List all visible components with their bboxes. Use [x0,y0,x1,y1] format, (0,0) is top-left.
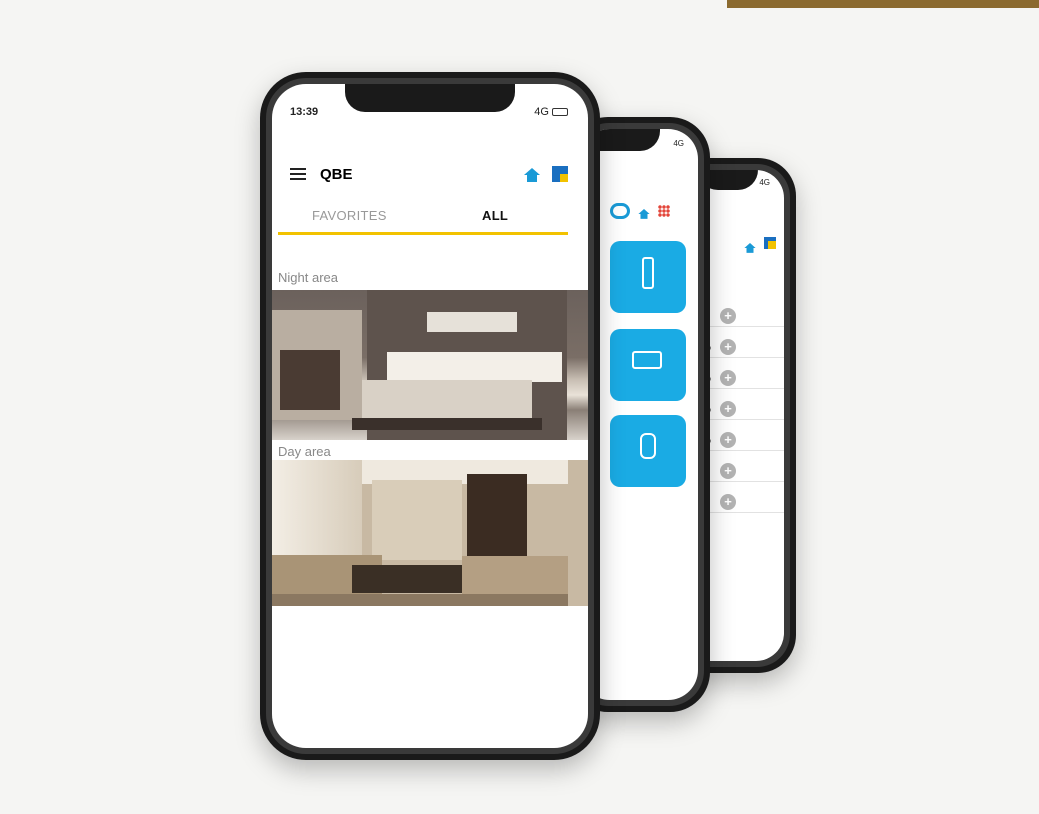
tab-favorites[interactable]: FAVORITES [312,208,387,223]
grid-icon[interactable] [764,237,776,249]
header-icons [610,203,670,219]
dots-grid-icon[interactable] [658,205,670,217]
app-title: QBE [320,166,353,183]
plus-icon[interactable]: + [720,463,736,479]
home-icon[interactable] [638,208,650,219]
plus-icon[interactable]: + [720,339,736,355]
plus-icon[interactable]: + [720,401,736,417]
plus-icon[interactable]: + [720,494,736,510]
area-label-day: Day area [278,444,331,459]
brand-strip [727,0,1039,8]
home-icon[interactable] [743,243,756,253]
home-icon[interactable] [524,168,540,182]
network-label: 4G [534,106,549,118]
device-tile[interactable] [610,241,686,313]
status-time: 13:39 [290,106,319,118]
tab-all[interactable]: ALL [482,208,508,223]
plus-icon[interactable]: + [720,432,736,448]
device-tile[interactable] [610,415,686,487]
device-tile[interactable] [610,329,686,401]
grid-icon[interactable] [552,166,568,182]
tab-underline [278,232,568,235]
notch [345,84,515,112]
status-network: 4G [534,106,568,118]
plus-icon[interactable]: + [720,370,736,386]
battery-icon [552,108,568,117]
menu-icon[interactable] [290,168,306,180]
app-header: QBE [290,164,570,186]
plus-icon[interactable]: + [720,308,736,324]
status-network: 4G [759,178,770,187]
day-area-photo[interactable] [272,460,588,606]
screen-front: 13:39 4G QBE FAVORITES ALL Night area Da… [272,84,588,748]
area-label-night: Night area [278,270,338,285]
phone-front: 13:39 4G QBE FAVORITES ALL Night area Da… [260,72,600,760]
header-icons [742,236,776,254]
status-network: 4G [673,139,684,148]
night-area-photo[interactable] [272,290,588,440]
refresh-icon[interactable] [610,203,630,219]
